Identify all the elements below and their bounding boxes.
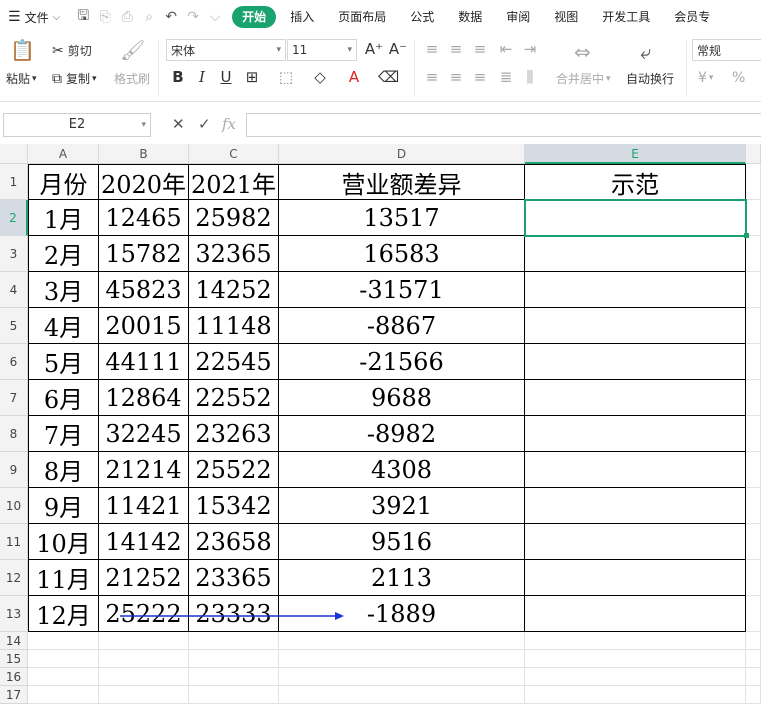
percent-symbol: % xyxy=(732,70,746,86)
underline-icon[interactable]: U xyxy=(216,68,236,86)
fx-icon[interactable]: fx xyxy=(222,115,236,133)
currency-symbol: ¥ xyxy=(698,70,707,86)
name-box-value: E2 xyxy=(68,117,86,132)
copy-dropdown-icon: ▾ xyxy=(92,73,97,84)
spreadsheet-grid: ABCDE 1 2 3 4 5 6 7 8 9 10 11 12 13 14 15 16 17 月份 2020年 2… xyxy=(0,144,761,704)
print-icon[interactable]: ⎙ xyxy=(116,9,138,25)
chevron-down-icon: ▾ xyxy=(276,45,281,55)
quick-access-toolbar: 🖫 ⎘ ⎙ ⌕ ↶ ↷ ⌵ xyxy=(72,5,226,29)
tab-page-layout[interactable]: 页面布局 xyxy=(328,6,396,28)
tab-data[interactable]: 数据 xyxy=(448,6,492,28)
tab-insert[interactable]: 插入 xyxy=(280,6,324,28)
tab-review[interactable]: 审阅 xyxy=(496,6,540,28)
borders-icon[interactable]: ⊞ xyxy=(242,68,262,86)
paste-button[interactable]: 粘贴 ▾ xyxy=(6,70,37,87)
merge-label: 合并居中 xyxy=(556,72,605,86)
redo-icon[interactable]: ↷ xyxy=(182,9,204,25)
ribbon-divider xyxy=(414,40,415,96)
format-painter-button[interactable]: 格式刷 xyxy=(114,70,150,87)
hamburger-icon: ☰ xyxy=(8,9,21,25)
tab-member[interactable]: 会员专 xyxy=(664,6,720,28)
print-preview-icon[interactable]: ⌕ xyxy=(138,9,160,25)
percent-button[interactable]: % xyxy=(732,70,745,86)
ribbon-divider xyxy=(158,40,159,96)
chevron-down-icon: ⌵ xyxy=(52,11,61,23)
merge-icon[interactable]: ⇔ xyxy=(574,40,591,64)
ribbon-tabs: 开始 插入 页面布局 公式 数据 审阅 视图 开发工具 会员专 xyxy=(232,6,724,28)
increase-font-icon[interactable]: A⁺ xyxy=(364,40,384,58)
font-size-select[interactable]: 11 ▾ xyxy=(287,39,357,61)
tab-home[interactable]: 开始 xyxy=(232,6,277,28)
export-icon[interactable]: ⎘ xyxy=(94,9,116,25)
cut-button[interactable]: ✂ 剪切 xyxy=(52,42,92,59)
copy-button[interactable]: ⧉ 复制 ▾ xyxy=(52,70,97,87)
distributed-icon[interactable]: ⫼ xyxy=(520,68,540,86)
align-center-icon[interactable]: ≡ xyxy=(446,68,466,86)
file-menu[interactable]: ☰ 文件 ⌵ xyxy=(0,0,60,34)
number-format-value: 常规 xyxy=(697,43,722,58)
annotation-arrow-head xyxy=(335,612,344,620)
name-box[interactable]: E2 ▾ xyxy=(3,113,151,137)
scissors-icon: ✂ xyxy=(52,42,64,59)
tab-view[interactable]: 视图 xyxy=(544,6,588,28)
decrease-font-icon[interactable]: A⁻ xyxy=(388,40,408,58)
ribbon-divider xyxy=(686,40,687,96)
save-icon[interactable]: 🖫 xyxy=(72,5,94,29)
currency-button[interactable]: ¥ ▾ xyxy=(698,70,713,86)
cell-style-icon[interactable]: ⬚ xyxy=(276,68,296,86)
bold-icon[interactable]: B xyxy=(168,68,188,86)
paste-icon[interactable]: 📋 xyxy=(10,38,35,62)
paste-label: 粘贴 xyxy=(6,72,31,86)
fill-color-icon[interactable]: ◇ xyxy=(310,68,330,86)
align-top-icon[interactable]: ≡ xyxy=(422,40,442,58)
annotation-layer xyxy=(120,612,344,620)
currency-dropdown-icon: ▾ xyxy=(708,73,714,83)
tab-formulas[interactable]: 公式 xyxy=(400,6,444,28)
align-middle-icon[interactable]: ≡ xyxy=(446,40,466,58)
copy-icon: ⧉ xyxy=(52,70,62,87)
indent-increase-icon[interactable]: ⇥ xyxy=(520,40,540,58)
italic-icon[interactable]: I xyxy=(192,68,212,86)
copy-label: 复制 xyxy=(66,72,91,86)
merge-center-button[interactable]: 合并居中 ▾ xyxy=(556,70,611,87)
wrap-text-button[interactable]: 自动换行 xyxy=(626,70,674,87)
tab-developer[interactable]: 开发工具 xyxy=(592,6,660,28)
more-chevron-icon[interactable]: ⌵ xyxy=(204,9,226,25)
number-format-select[interactable]: 常规 xyxy=(692,39,761,61)
ribbon-toolbar: 📋 粘贴 ▾ ✂ 剪切 ⧉ 复制 ▾ 🖌 格式刷 宋体 ▾ 11 ▾ A⁺ A⁻ xyxy=(0,34,761,102)
formula-bar: E2 ▾ ✕ ✓ fx xyxy=(0,112,761,140)
format-painter-icon[interactable]: 🖌 xyxy=(120,38,145,62)
spreadsheet-app: ☰ 文件 ⌵ 🖫 ⎘ ⎙ ⌕ ↶ ↷ ⌵ 开始 插入 页面布局 公式 数据 审阅… xyxy=(0,0,761,704)
chevron-down-icon: ▾ xyxy=(141,120,146,130)
font-name-value: 宋体 xyxy=(171,43,196,58)
align-right-icon[interactable]: ≡ xyxy=(470,68,490,86)
align-left-icon[interactable]: ≡ xyxy=(422,68,442,86)
undo-icon[interactable]: ↶ xyxy=(160,9,182,25)
font-size-value: 11 xyxy=(292,43,308,57)
justify-icon[interactable]: ≣ xyxy=(496,68,516,86)
paste-dropdown-icon: ▾ xyxy=(32,73,37,84)
wrap-text-icon[interactable]: ⤶ xyxy=(640,40,651,64)
merge-dropdown-icon: ▾ xyxy=(606,73,611,84)
font-color-icon[interactable]: A xyxy=(344,68,364,86)
align-bottom-icon[interactable]: ≡ xyxy=(470,40,490,58)
clear-format-icon[interactable]: ⌫ xyxy=(378,68,399,86)
cancel-icon[interactable]: ✕ xyxy=(172,115,185,133)
file-menu-label: 文件 xyxy=(24,10,49,25)
indent-decrease-icon[interactable]: ⇤ xyxy=(496,40,516,58)
menu-bar: ☰ 文件 ⌵ 🖫 ⎘ ⎙ ⌕ ↶ ↷ ⌵ 开始 插入 页面布局 公式 数据 审阅… xyxy=(0,0,761,34)
formula-input[interactable] xyxy=(246,113,761,137)
font-name-select[interactable]: 宋体 ▾ xyxy=(166,39,286,61)
confirm-icon[interactable]: ✓ xyxy=(198,115,211,133)
chevron-down-icon: ▾ xyxy=(347,45,352,55)
cut-label: 剪切 xyxy=(67,44,92,58)
